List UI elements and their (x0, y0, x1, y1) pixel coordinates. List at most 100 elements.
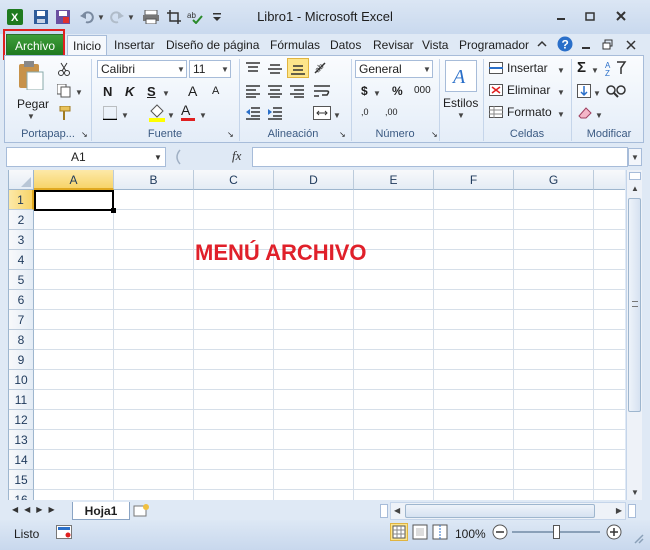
styles-button[interactable]: Estilos (443, 96, 478, 110)
row-header-5[interactable]: 5 (9, 270, 34, 290)
underline-button[interactable]: S (147, 84, 156, 99)
thousands-button[interactable]: 000 (414, 85, 431, 96)
chevron-down-icon[interactable]: ▼ (167, 111, 175, 120)
expand-formula-bar-button[interactable]: ▼ (628, 148, 642, 166)
delete-cells-button[interactable]: Eliminar (507, 83, 550, 97)
row-header-4[interactable]: 4 (9, 250, 34, 270)
align-right-icon[interactable] (289, 84, 305, 101)
orientation-icon[interactable]: ab (313, 60, 331, 79)
cut-icon[interactable] (57, 62, 71, 79)
tab-split-handle[interactable] (380, 504, 388, 518)
row-header-15[interactable]: 15 (9, 470, 34, 490)
chevron-down-icon[interactable]: ▼ (457, 111, 465, 120)
tab-vista[interactable]: Vista (422, 36, 448, 56)
align-left-icon[interactable] (245, 84, 261, 101)
split-handle[interactable] (629, 172, 641, 180)
chevron-down-icon[interactable]: ▼ (557, 66, 565, 75)
fill-handle[interactable] (111, 208, 116, 213)
resize-grip-icon[interactable] (632, 532, 644, 547)
merge-center-icon[interactable] (313, 106, 331, 123)
formula-bar-resize-handle[interactable] (170, 148, 184, 166)
clear-icon[interactable] (577, 106, 593, 123)
chevron-down-icon[interactable]: ▼ (75, 88, 83, 97)
column-header-d[interactable]: D (274, 170, 354, 190)
insert-cells-icon[interactable] (489, 62, 503, 77)
insert-sheet-icon[interactable] (132, 504, 150, 521)
font-name-dropdown[interactable]: Calibri (97, 60, 187, 78)
borders-icon[interactable] (103, 106, 117, 123)
fill-icon[interactable] (577, 84, 591, 101)
column-header-c[interactable]: C (194, 170, 274, 190)
minimize-ribbon-icon[interactable] (537, 36, 547, 56)
paste-icon[interactable] (17, 60, 45, 93)
horizontal-scrollbar[interactable]: ◀ ▶ (390, 502, 626, 520)
increase-decimal-button[interactable]: ,0 (361, 107, 369, 117)
column-header-g[interactable]: G (514, 170, 594, 190)
scroll-up-icon[interactable]: ▲ (631, 184, 639, 193)
close-button[interactable] (610, 8, 632, 24)
fill-color-icon[interactable] (149, 104, 165, 125)
zoom-level[interactable]: 100% (455, 527, 486, 541)
row-header-2[interactable]: 2 (9, 210, 34, 230)
chevron-down-icon[interactable]: ▼ (423, 65, 431, 74)
scroll-left-icon[interactable]: ◀ (394, 506, 400, 515)
column-header-b[interactable]: B (114, 170, 194, 190)
autosum-button[interactable]: Σ (577, 59, 586, 76)
name-box[interactable]: A1 ▼ (6, 147, 166, 167)
sort-filter-icon[interactable]: AZ (605, 60, 627, 79)
row-header-12[interactable]: 12 (9, 410, 34, 430)
chevron-down-icon[interactable]: ▼ (221, 65, 229, 74)
chevron-down-icon[interactable]: ▼ (199, 111, 207, 120)
align-top-icon[interactable] (245, 62, 261, 79)
help-icon[interactable]: ? (557, 34, 573, 54)
formula-input[interactable] (252, 147, 628, 167)
macro-record-icon[interactable] (56, 525, 72, 542)
chevron-down-icon[interactable]: ▼ (595, 111, 603, 120)
dialog-launcher-icon[interactable]: ↘ (81, 130, 88, 139)
row-header-3[interactable]: 3 (9, 230, 34, 250)
align-middle-icon[interactable] (267, 62, 283, 79)
decrease-indent-icon[interactable] (245, 106, 261, 123)
find-select-icon[interactable] (605, 84, 627, 103)
zoom-out-button[interactable] (492, 524, 508, 543)
zoom-slider-thumb[interactable] (553, 525, 560, 539)
row-header-10[interactable]: 10 (9, 370, 34, 390)
chevron-down-icon[interactable]: ▼ (162, 89, 170, 98)
wrap-text-icon[interactable] (313, 84, 331, 101)
chevron-down-icon[interactable]: ▼ (593, 89, 601, 98)
doc-restore-button[interactable] (602, 37, 613, 57)
font-color-button[interactable]: A (181, 102, 195, 121)
copy-icon[interactable] (56, 83, 71, 101)
dialog-launcher-icon[interactable]: ↘ (227, 130, 234, 139)
format-cells-button[interactable]: Formato (507, 105, 552, 119)
tab-formulas[interactable]: Fórmulas (270, 36, 320, 56)
chevron-down-icon[interactable]: ▼ (121, 111, 129, 120)
chevron-down-icon[interactable]: ▼ (591, 66, 599, 75)
increase-indent-icon[interactable] (267, 106, 283, 123)
vertical-scrollbar[interactable]: ▲ ▼ (626, 170, 642, 500)
insert-function-button[interactable]: fx (232, 148, 241, 164)
column-header-a[interactable]: A (34, 170, 114, 190)
row-header-6[interactable]: 6 (9, 290, 34, 310)
chevron-down-icon[interactable]: ▼ (557, 88, 565, 97)
zoom-in-button[interactable] (606, 524, 622, 543)
row-header-16[interactable]: 16 (9, 490, 34, 500)
chevron-down-icon[interactable]: ▼ (373, 89, 381, 98)
chevron-down-icon[interactable]: ▼ (177, 65, 185, 74)
align-center-icon[interactable] (267, 84, 283, 101)
chevron-down-icon[interactable]: ▼ (557, 110, 565, 119)
grow-font-button[interactable]: A (188, 83, 197, 99)
tab-diseno-de-pagina[interactable]: Diseño de página (166, 36, 259, 56)
dialog-launcher-icon[interactable]: ↘ (339, 130, 346, 139)
column-header-f[interactable]: F (434, 170, 514, 190)
column-header-partial[interactable] (594, 170, 625, 190)
scroll-down-icon[interactable]: ▼ (631, 488, 639, 497)
row-header-1[interactable]: 1 (9, 190, 34, 210)
italic-button[interactable]: K (125, 84, 134, 99)
page-layout-view-button[interactable] (412, 524, 428, 543)
chevron-down-icon[interactable]: ▼ (154, 153, 162, 162)
insert-cells-button[interactable]: Insertar (507, 61, 548, 75)
chevron-down-icon[interactable]: ▼ (27, 112, 35, 121)
doc-minimize-button[interactable] (581, 37, 591, 57)
dialog-launcher-icon[interactable]: ↘ (431, 130, 438, 139)
